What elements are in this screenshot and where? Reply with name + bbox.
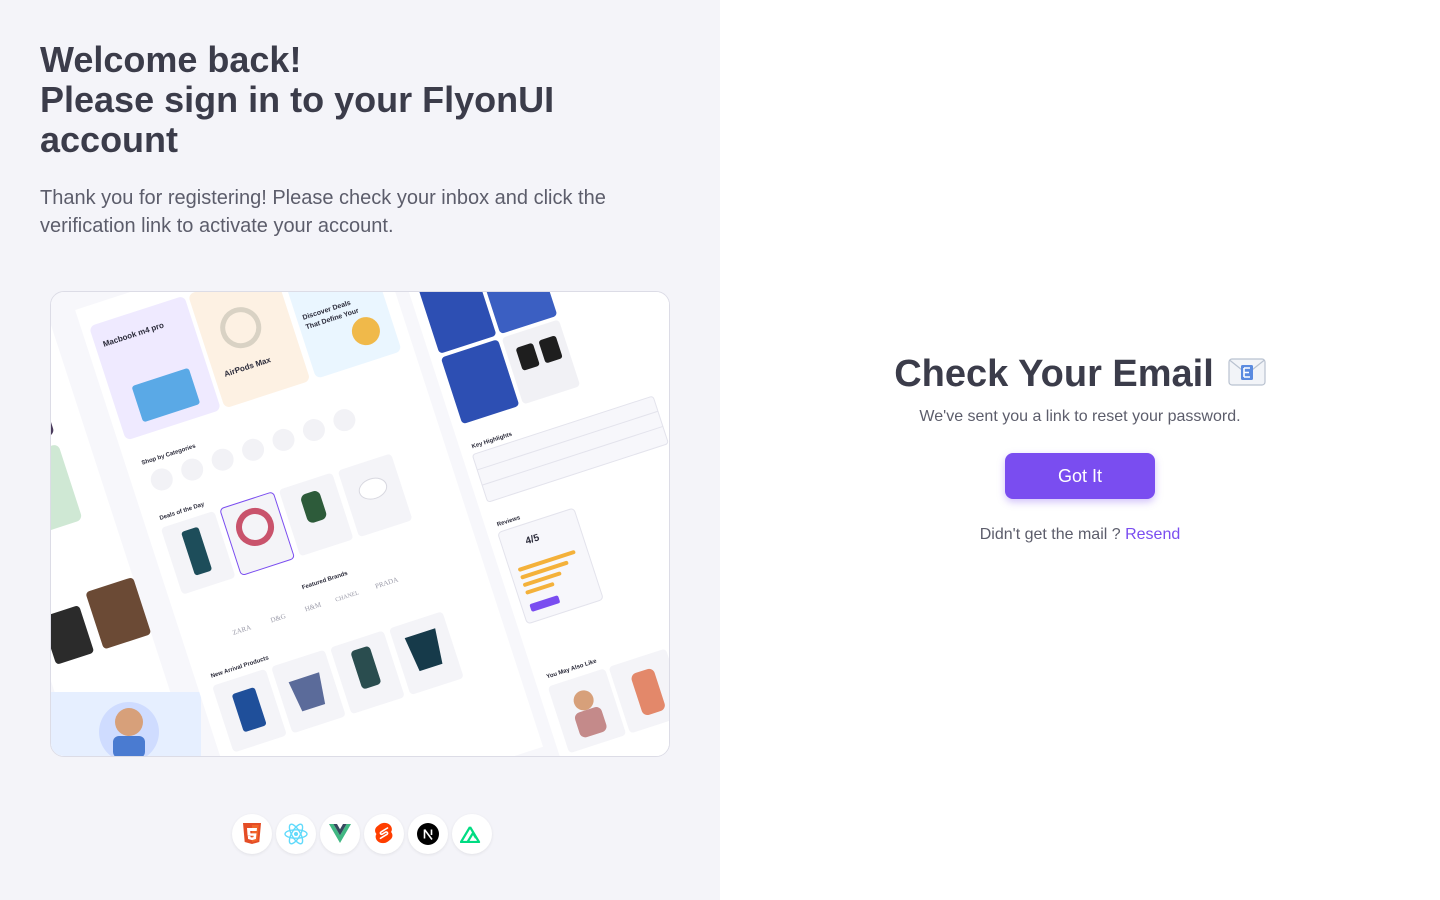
html5-icon — [232, 814, 272, 854]
resend-row: Didn't get the mail ? Resend — [720, 524, 1440, 546]
resend-link[interactable]: Resend — [1125, 526, 1180, 543]
page-headline: Welcome back! Please sign in to your Fly… — [40, 40, 680, 160]
headline-line-3: account — [40, 119, 179, 160]
headline-line-1: Welcome back! — [40, 39, 302, 80]
headline-line-2: Please sign in to your FlyonUI — [40, 79, 555, 120]
nextjs-icon — [408, 814, 448, 854]
framework-icons — [232, 814, 492, 854]
sent-link-message: We've sent you a link to reset your pass… — [919, 408, 1241, 425]
react-icon — [276, 814, 316, 854]
title-row: Check Your Email — [720, 350, 1440, 398]
storefront-preview-image: Macbook m4 pro AirPods Max Discover Deal… — [50, 291, 670, 757]
left-panel: Welcome back! Please sign in to your Fly… — [0, 0, 720, 900]
registration-message: Thank you for registering! Please check … — [40, 187, 606, 237]
vue-icon — [320, 814, 360, 854]
svelte-icon — [364, 814, 404, 854]
right-panel: Check Your Email We've sent you a link t… — [720, 0, 1440, 900]
got-it-button[interactable]: Got It — [1005, 453, 1155, 499]
nuxt-icon — [452, 814, 492, 854]
envelope-icon — [1228, 357, 1266, 391]
resend-prompt: Didn't get the mail ? — [979, 526, 1121, 543]
check-email-title: Check Your Email — [894, 353, 1214, 395]
